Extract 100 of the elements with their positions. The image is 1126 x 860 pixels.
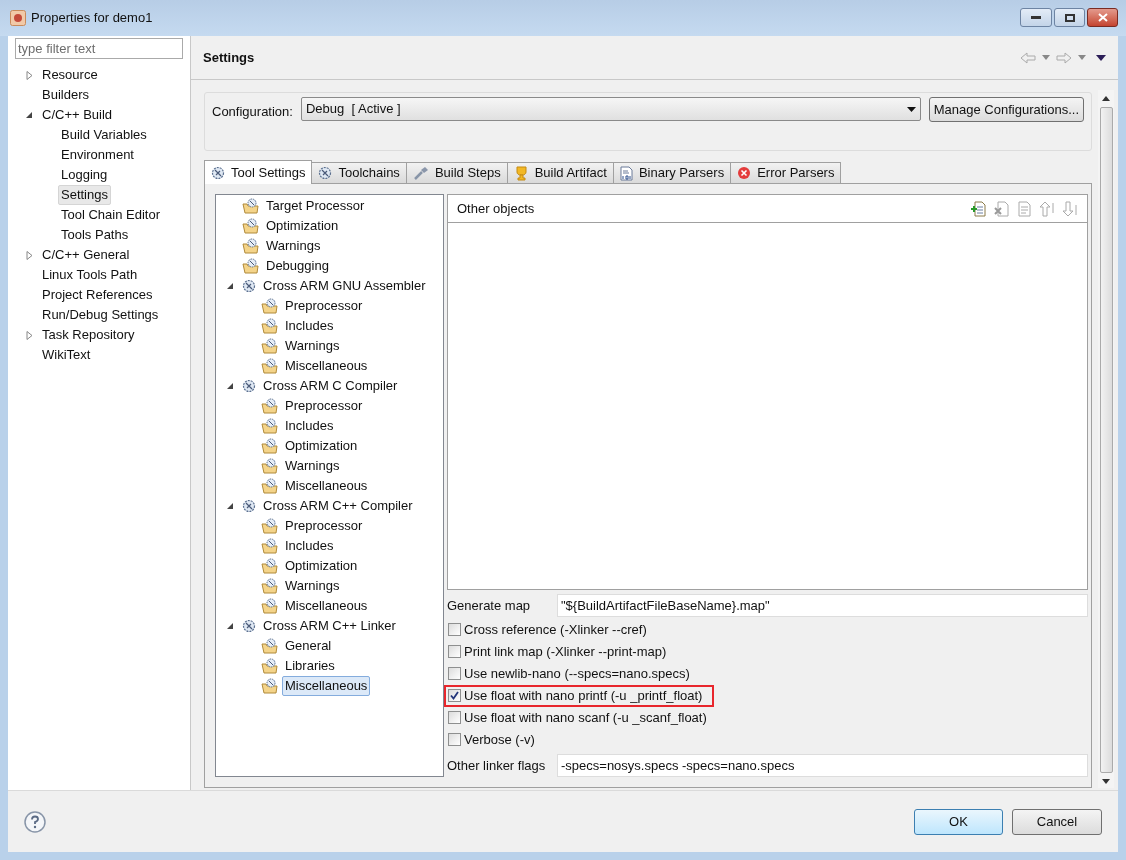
- expanded-arrow-icon[interactable]: [226, 501, 235, 511]
- tab[interactable]: Error Parsers: [730, 162, 842, 183]
- generate-map-field[interactable]: "${BuildArtifactFileBaseName}.map": [557, 593, 1088, 617]
- ok-button[interactable]: OK: [914, 808, 1003, 835]
- tree-item[interactable]: Libraries: [282, 656, 338, 676]
- expanded-arrow-icon[interactable]: [226, 281, 235, 291]
- nav-item[interactable]: C/C++ General: [39, 245, 133, 265]
- tree-item[interactable]: General: [282, 636, 335, 656]
- tab[interactable]: Toolchains: [311, 162, 407, 183]
- binary-file-icon: [619, 165, 633, 181]
- tree-item[interactable]: Optimization: [282, 556, 361, 576]
- app-icon: [10, 10, 26, 26]
- nav-item[interactable]: C/C++ Build: [39, 105, 116, 125]
- tree-item[interactable]: Preprocessor: [282, 516, 366, 536]
- dropdown-caret-icon[interactable]: [1042, 55, 1050, 60]
- tree-item[interactable]: Warnings: [263, 236, 324, 256]
- tree-item[interactable]: Warnings: [282, 336, 343, 356]
- checkbox-option[interactable]: Print link map (-Xlinker --print-map): [444, 640, 671, 663]
- filter-field[interactable]: type filter text: [15, 38, 183, 59]
- tree-item[interactable]: Target Processor: [263, 196, 368, 216]
- help-icon[interactable]: [24, 810, 46, 833]
- gear-icon: [211, 165, 225, 180]
- checkbox-option[interactable]: Verbose (-v): [444, 728, 539, 751]
- collapsed-arrow-icon[interactable]: [25, 250, 34, 260]
- tree-item[interactable]: Preprocessor: [282, 296, 366, 316]
- maximize-button[interactable]: [1054, 8, 1085, 27]
- nav-item[interactable]: Run/Debug Settings: [39, 305, 162, 325]
- tree-item[interactable]: Miscellaneous: [282, 676, 371, 696]
- tab[interactable]: Tool Settings: [204, 160, 313, 184]
- nav-item[interactable]: Linux Tools Path: [39, 265, 141, 285]
- nav-item[interactable]: Environment: [58, 145, 137, 165]
- nav-item[interactable]: Builders: [39, 85, 92, 105]
- collapsed-arrow-icon[interactable]: [25, 330, 34, 340]
- checkbox[interactable]: [448, 689, 461, 703]
- back-arrow-icon[interactable]: [1020, 51, 1036, 64]
- tree-item[interactable]: Preprocessor: [282, 396, 366, 416]
- nav-item[interactable]: Resource: [39, 65, 101, 85]
- list-title: Other objects: [457, 199, 535, 218]
- tree-item[interactable]: Cross ARM C++ Linker: [260, 616, 399, 636]
- nav-item[interactable]: Task Repository: [39, 325, 138, 345]
- tree-item[interactable]: Warnings: [282, 456, 343, 476]
- highlighted-option[interactable]: Use float with nano printf (-u _printf_float): [444, 684, 715, 707]
- gear-icon: [242, 499, 256, 513]
- close-button[interactable]: [1087, 8, 1118, 27]
- nav-item[interactable]: Tool Chain Editor: [58, 205, 163, 225]
- tree-item[interactable]: Miscellaneous: [282, 596, 371, 616]
- nav-item[interactable]: Build Variables: [58, 125, 150, 145]
- tree-item[interactable]: Warnings: [282, 576, 343, 596]
- checkbox[interactable]: [448, 623, 461, 637]
- tree-item[interactable]: Cross ARM C++ Compiler: [260, 496, 416, 516]
- checkbox[interactable]: [448, 733, 461, 747]
- delete-icon[interactable]: [993, 200, 1009, 217]
- tree-item[interactable]: Miscellaneous: [282, 476, 371, 496]
- tree-item[interactable]: Cross ARM C Compiler: [260, 376, 401, 396]
- checkbox-option[interactable]: Cross reference (-Xlinker --cref): [444, 618, 651, 641]
- edit-icon[interactable]: [1016, 200, 1032, 217]
- move-up-icon[interactable]: [1039, 200, 1055, 217]
- dropdown-caret-icon[interactable]: [1078, 55, 1086, 60]
- scroll-thumb[interactable]: [1099, 107, 1113, 773]
- tree-item[interactable]: Includes: [282, 316, 337, 336]
- minimize-button[interactable]: [1020, 8, 1052, 27]
- tree-item[interactable]: Includes: [282, 416, 337, 436]
- tab[interactable]: Build Artifact: [506, 162, 614, 183]
- other-linker-flags-field[interactable]: -specs=nosys.specs -specs=nano.specs: [557, 753, 1088, 777]
- checkbox-option[interactable]: Use float with nano scanf (-u _scanf_float): [444, 706, 711, 729]
- checkbox[interactable]: [448, 645, 461, 659]
- add-icon[interactable]: [970, 200, 986, 217]
- folder-gear-icon: [261, 438, 278, 454]
- generate-map-label: Generate map: [447, 596, 532, 615]
- configuration-dropdown[interactable]: Debug [ Active ]: [300, 97, 921, 121]
- gear-icon: [242, 619, 256, 633]
- nav-item[interactable]: Tools Paths: [58, 225, 132, 245]
- tree-item[interactable]: Optimization: [263, 216, 342, 236]
- checkbox-option[interactable]: Use newlib-nano (--specs=nano.specs): [444, 662, 694, 685]
- tree-item[interactable]: Includes: [282, 536, 337, 556]
- scroll-up-icon[interactable]: [1102, 96, 1110, 101]
- manage-configurations-button[interactable]: Manage Configurations...: [928, 97, 1084, 122]
- nav-item[interactable]: WikiText: [39, 345, 94, 365]
- checkbox[interactable]: [448, 711, 461, 725]
- nav-item[interactable]: Settings: [58, 185, 111, 205]
- cancel-button[interactable]: Cancel: [1012, 808, 1102, 835]
- expanded-arrow-icon[interactable]: [226, 621, 235, 631]
- expanded-arrow-icon[interactable]: [226, 381, 235, 391]
- scroll-down-icon[interactable]: [1102, 779, 1110, 784]
- scrollbar[interactable]: [1098, 90, 1114, 788]
- view-menu-icon[interactable]: [1096, 54, 1106, 61]
- collapsed-arrow-icon[interactable]: [25, 70, 34, 80]
- expanded-arrow-icon[interactable]: [25, 110, 34, 120]
- tree-item[interactable]: Cross ARM GNU Assembler: [260, 276, 429, 296]
- folder-gear-icon: [261, 538, 278, 554]
- move-down-icon[interactable]: [1062, 200, 1078, 217]
- tab[interactable]: Build Steps: [405, 162, 508, 183]
- checkbox[interactable]: [448, 667, 461, 681]
- tab[interactable]: Binary Parsers: [612, 162, 732, 183]
- forward-arrow-icon[interactable]: [1056, 51, 1072, 64]
- nav-item[interactable]: Project References: [39, 285, 156, 305]
- tree-item[interactable]: Debugging: [263, 256, 332, 276]
- nav-item[interactable]: Logging: [58, 165, 111, 185]
- tree-item[interactable]: Miscellaneous: [282, 356, 371, 376]
- tree-item[interactable]: Optimization: [282, 436, 361, 456]
